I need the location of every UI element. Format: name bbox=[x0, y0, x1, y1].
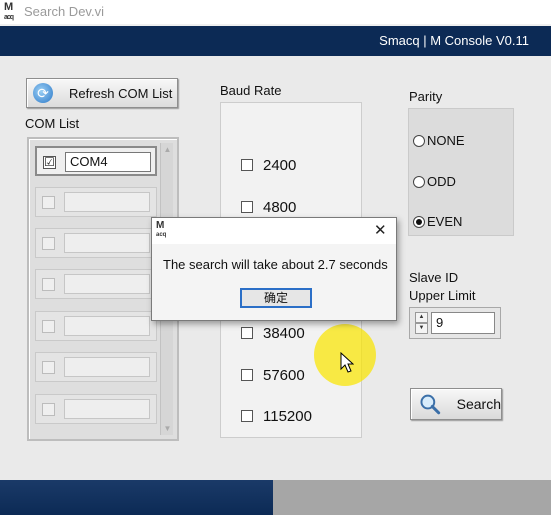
window-title: Search Dev.vi bbox=[24, 4, 104, 19]
com-list-item[interactable] bbox=[35, 394, 157, 424]
com-checkbox[interactable] bbox=[42, 361, 55, 374]
magnifier-icon bbox=[420, 394, 441, 415]
com-list-label: COM List bbox=[25, 116, 80, 131]
refresh-com-list-button[interactable]: ⟳ Refresh COM List bbox=[26, 78, 178, 108]
slave-id-control: ▲ ▼ 9 bbox=[409, 307, 501, 339]
slave-id-label: Slave ID bbox=[409, 270, 459, 285]
dialog-message: The search will take about 2.7 seconds bbox=[163, 257, 388, 272]
slave-id-input[interactable]: 9 bbox=[431, 312, 495, 334]
radio-button[interactable] bbox=[413, 175, 425, 188]
info-dialog: Macq ✕ The search will take about 2.7 se… bbox=[151, 217, 397, 321]
com-checkbox[interactable]: ☑ bbox=[43, 156, 56, 169]
ok-button[interactable]: 确定 bbox=[240, 288, 312, 308]
com-port-field[interactable] bbox=[64, 357, 150, 377]
com-checkbox[interactable] bbox=[42, 320, 55, 333]
app-header: Smacq | M Console V0.11 bbox=[0, 26, 551, 56]
baud-checkbox[interactable] bbox=[241, 159, 253, 171]
com-list-item[interactable] bbox=[35, 352, 157, 382]
com-checkbox[interactable] bbox=[42, 196, 55, 209]
com-list-item[interactable]: ☑ COM4 bbox=[35, 146, 157, 176]
radio-button[interactable] bbox=[413, 134, 425, 147]
com-list-item[interactable] bbox=[35, 228, 157, 258]
baud-option[interactable]: 2400 bbox=[241, 156, 296, 174]
radio-button-selected[interactable] bbox=[413, 215, 425, 228]
baud-checkbox[interactable] bbox=[241, 369, 253, 381]
refresh-button-label: Refresh COM List bbox=[69, 85, 173, 101]
mouse-pointer-icon bbox=[340, 352, 354, 373]
app-logo-icon: Macq bbox=[156, 220, 167, 239]
baud-option[interactable]: 4800 bbox=[241, 198, 296, 216]
scroll-down-icon[interactable]: ▼ bbox=[162, 424, 173, 433]
increment-icon[interactable]: ▲ bbox=[415, 312, 428, 323]
com-port-field[interactable] bbox=[64, 274, 150, 294]
parity-panel: NONE ODD EVEN bbox=[408, 108, 514, 236]
scroll-up-icon[interactable]: ▲ bbox=[162, 145, 173, 154]
com-port-field[interactable] bbox=[64, 316, 150, 336]
com-checkbox[interactable] bbox=[42, 403, 55, 416]
slave-id-stepper[interactable]: ▲ ▼ bbox=[415, 312, 428, 334]
parity-option-odd[interactable]: ODD bbox=[413, 174, 456, 189]
com-port-field[interactable] bbox=[64, 233, 150, 253]
parity-option-even[interactable]: EVEN bbox=[413, 214, 462, 229]
com-list-item[interactable] bbox=[35, 269, 157, 299]
progress-bar bbox=[0, 480, 273, 515]
status-bar bbox=[273, 480, 551, 515]
close-icon[interactable]: ✕ bbox=[374, 221, 387, 239]
header-title: Smacq | M Console V0.11 bbox=[379, 33, 529, 48]
baud-rate-label: Baud Rate bbox=[220, 83, 282, 98]
baud-checkbox[interactable] bbox=[241, 201, 253, 213]
baud-option[interactable]: 38400 bbox=[241, 324, 305, 342]
com-list-item[interactable] bbox=[35, 187, 157, 217]
com-list-item[interactable] bbox=[35, 311, 157, 341]
com-port-field[interactable] bbox=[64, 399, 150, 419]
com-port-field[interactable] bbox=[64, 192, 150, 212]
com-checkbox[interactable] bbox=[42, 237, 55, 250]
parity-option-none[interactable]: NONE bbox=[413, 133, 465, 148]
window-titlebar[interactable]: Macq Search Dev.vi bbox=[0, 0, 551, 24]
refresh-icon: ⟳ bbox=[33, 83, 53, 103]
search-button[interactable]: Search bbox=[410, 388, 502, 420]
search-button-label: Search bbox=[456, 396, 501, 412]
com-port-field[interactable]: COM4 bbox=[65, 152, 151, 172]
parity-label: Parity bbox=[409, 89, 443, 104]
baud-option[interactable]: 57600 bbox=[241, 366, 305, 384]
app-logo-icon: Macq bbox=[4, 1, 14, 22]
baud-option[interactable]: 115200 bbox=[241, 407, 312, 425]
baud-checkbox[interactable] bbox=[241, 327, 253, 339]
upper-limit-label: Upper Limit bbox=[409, 288, 476, 303]
com-checkbox[interactable] bbox=[42, 278, 55, 291]
dialog-titlebar[interactable]: Macq ✕ bbox=[152, 218, 396, 244]
baud-checkbox[interactable] bbox=[241, 410, 253, 422]
decrement-icon[interactable]: ▼ bbox=[415, 323, 428, 334]
